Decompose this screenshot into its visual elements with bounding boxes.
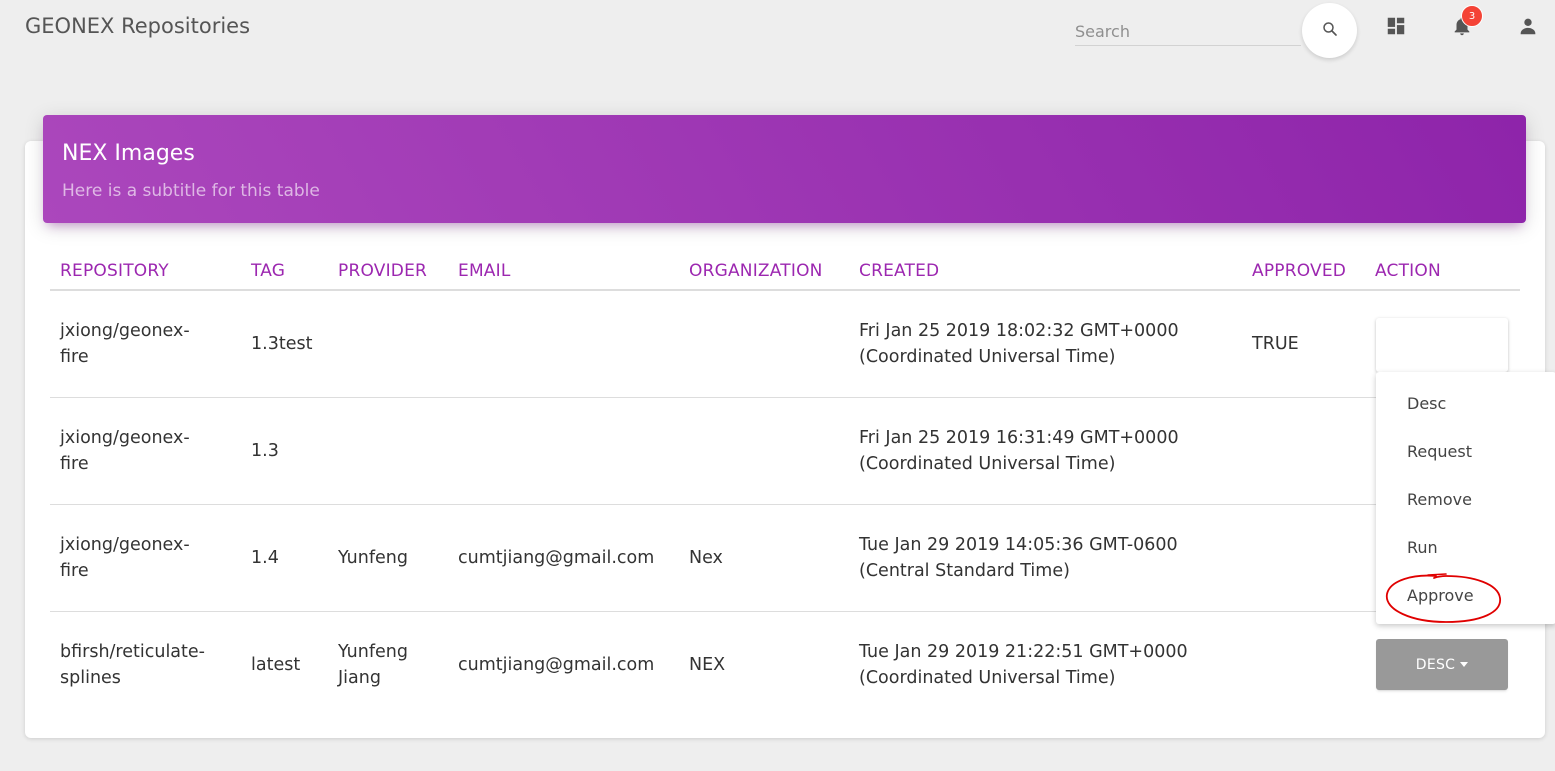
profile-button[interactable] — [1516, 16, 1540, 40]
column-header-tag: TAG — [251, 261, 286, 281]
column-header-provider: PROVIDER — [338, 261, 428, 281]
cell-tag: 1.3 — [251, 441, 279, 461]
column-header-email: EMAIL — [458, 261, 511, 281]
search-field[interactable] — [1075, 16, 1301, 46]
cell-tag: 1.4 — [251, 548, 279, 568]
card-header: NEX Images Here is a subtitle for this t… — [43, 115, 1526, 223]
action-dropdown-menu: Desc Request Remove Run Approve — [1376, 372, 1555, 624]
desc-button[interactable]: DESC — [1376, 639, 1508, 690]
card-subtitle: Here is a subtitle for this table — [62, 181, 320, 201]
notification-badge: 3 — [1461, 5, 1483, 27]
cell-repository: bfirsh/reticulate-splines — [60, 642, 205, 688]
card-title: NEX Images — [62, 141, 195, 166]
cell-created: Tue Jan 29 2019 14:05:36 GMT-0600 (Centra… — [859, 535, 1178, 581]
table-header-divider — [50, 289, 1520, 291]
person-icon — [1517, 15, 1539, 41]
app-title: GEONEX Repositories — [25, 14, 251, 38]
cell-tag: 1.3test — [251, 334, 313, 354]
action-dropdown-toggle[interactable] — [1376, 318, 1508, 372]
menu-item-run[interactable]: Run — [1407, 538, 1438, 557]
column-header-approved: APPROVED — [1252, 261, 1347, 281]
menu-item-desc[interactable]: Desc — [1407, 394, 1446, 413]
cell-repository: jxiong/geonex-fire — [60, 321, 190, 367]
menu-item-request[interactable]: Request — [1407, 442, 1472, 461]
search-icon — [1321, 20, 1339, 42]
row-divider — [50, 611, 1520, 612]
cell-email: cumtjiang@gmail.com — [458, 655, 655, 675]
cell-organization: NEX — [689, 655, 726, 675]
dashboard-icon — [1385, 15, 1407, 41]
caret-down-icon — [1460, 662, 1469, 667]
dashboard-button[interactable] — [1384, 16, 1408, 40]
cell-email: cumtjiang@gmail.com — [458, 548, 655, 568]
row-divider — [50, 504, 1520, 505]
column-header-created: CREATED — [859, 261, 940, 281]
cell-organization: Nex — [689, 548, 723, 568]
search-input[interactable] — [1075, 16, 1301, 45]
cell-provider: Yunfeng Jiang — [338, 642, 408, 688]
cell-repository: jxiong/geonex-fire — [60, 535, 190, 581]
cell-created: Tue Jan 29 2019 21:22:51 GMT+0000 (Coordi… — [859, 642, 1188, 688]
menu-item-remove[interactable]: Remove — [1407, 490, 1472, 509]
column-header-repository: REPOSITORY — [60, 261, 169, 281]
cell-approved: TRUE — [1252, 334, 1299, 354]
cell-repository: jxiong/geonex-fire — [60, 428, 190, 474]
column-header-organization: ORGANIZATION — [689, 261, 823, 281]
search-button[interactable] — [1302, 3, 1357, 58]
cell-tag: latest — [251, 655, 301, 675]
desc-button-label: DESC — [1415, 656, 1456, 673]
cell-created: Fri Jan 25 2019 16:31:49 GMT+0000 (Coordi… — [859, 428, 1179, 474]
column-header-action: ACTION — [1375, 261, 1441, 281]
row-divider — [50, 397, 1520, 398]
cell-created: Fri Jan 25 2019 18:02:32 GMT+0000 (Coordi… — [859, 321, 1179, 367]
menu-item-approve[interactable]: Approve — [1407, 586, 1474, 605]
cell-provider: Yunfeng — [338, 548, 408, 568]
